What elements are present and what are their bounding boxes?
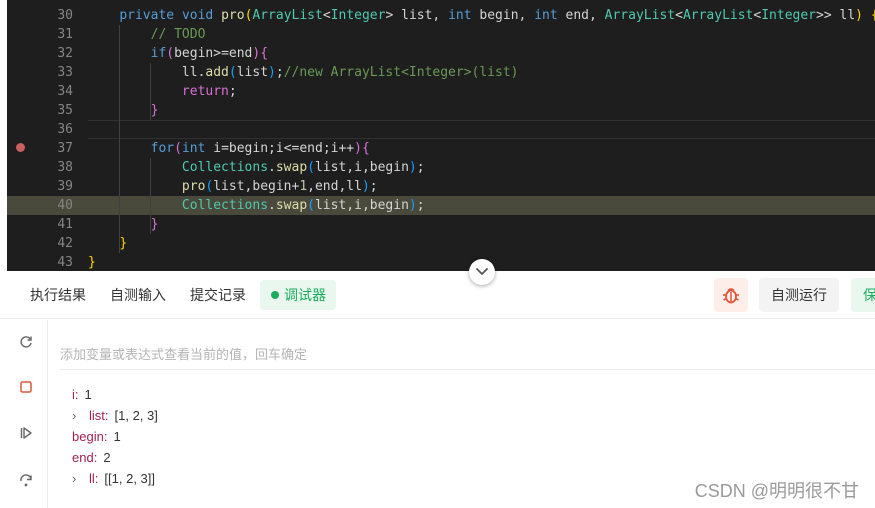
line-number[interactable]: 38 bbox=[7, 158, 73, 177]
code-line[interactable]: 43} bbox=[7, 253, 875, 271]
code-line[interactable]: 39 pro(list,begin+1,end,ll); bbox=[7, 177, 875, 196]
variable-value: 1 bbox=[113, 429, 121, 444]
variable-name: ll bbox=[89, 471, 95, 486]
variable-name: end bbox=[72, 450, 94, 465]
collapse-panel-button[interactable] bbox=[469, 259, 495, 285]
tab-submissions[interactable]: 提交记录 bbox=[180, 280, 256, 310]
code-line[interactable]: 36 bbox=[7, 120, 875, 139]
step-over-icon[interactable] bbox=[18, 472, 34, 488]
code-text[interactable]: for(int i=begin;i<=end;i++){ bbox=[88, 139, 370, 158]
indent-guide bbox=[150, 63, 151, 120]
code-text[interactable]: } bbox=[88, 101, 159, 120]
line-number[interactable]: 40 bbox=[7, 196, 73, 215]
code-text[interactable]: } bbox=[88, 215, 159, 234]
code-editor[interactable]: 30 private void pro(ArrayList<Integer> l… bbox=[7, 0, 875, 271]
variable-row: i: 1 bbox=[72, 386, 92, 404]
watch-expression-input[interactable] bbox=[60, 340, 875, 370]
variable-colon: : bbox=[93, 450, 98, 465]
code-line[interactable]: 32 if(begin>=end){ bbox=[7, 44, 875, 63]
line-number[interactable]: 36 bbox=[7, 120, 73, 139]
expand-arrow-icon[interactable]: › bbox=[72, 407, 89, 425]
save-button[interactable]: 保 bbox=[851, 278, 875, 312]
variable-row: end: 2 bbox=[72, 449, 111, 467]
variable-value: [[1, 2, 3]] bbox=[104, 471, 155, 486]
code-text[interactable]: if(begin>=end){ bbox=[88, 44, 268, 63]
variable-row[interactable]: › list: [1, 2, 3] bbox=[72, 407, 158, 425]
bug-icon bbox=[723, 288, 739, 304]
code-text[interactable]: } bbox=[88, 253, 96, 271]
continue-icon[interactable] bbox=[18, 425, 34, 441]
line-number[interactable]: 34 bbox=[7, 82, 73, 101]
line-number[interactable]: 35 bbox=[7, 101, 73, 120]
line-number[interactable]: 42 bbox=[7, 234, 73, 253]
chevron-down-icon bbox=[476, 268, 488, 275]
line-number[interactable]: 31 bbox=[7, 25, 73, 44]
tab-debugger[interactable]: 调试器 bbox=[260, 280, 336, 310]
line-number[interactable]: 39 bbox=[7, 177, 73, 196]
indent-guide bbox=[150, 158, 151, 234]
line-number[interactable]: 37 bbox=[7, 139, 73, 158]
code-text[interactable]: pro(list,begin+1,end,ll); bbox=[88, 177, 378, 196]
variable-colon: : bbox=[104, 408, 109, 423]
code-line[interactable]: 35 } bbox=[7, 101, 875, 120]
code-line[interactable]: 40 Collections.swap(list,i,begin); bbox=[7, 196, 875, 215]
variable-name: list bbox=[89, 408, 105, 423]
code-line[interactable]: 31 // TODO bbox=[7, 25, 875, 44]
code-text[interactable]: ll.add(list);//new ArrayList<Integer>(li… bbox=[88, 63, 519, 82]
code-text[interactable]: private void pro(ArrayList<Integer> list… bbox=[88, 6, 875, 25]
code-text[interactable]: Collections.swap(list,i,begin); bbox=[88, 158, 425, 177]
code-text[interactable]: return; bbox=[88, 82, 237, 101]
code-text[interactable]: Collections.swap(list,i,begin); bbox=[88, 196, 425, 215]
code-line[interactable]: 38 Collections.swap(list,i,begin); bbox=[7, 158, 875, 177]
line-number[interactable]: 43 bbox=[7, 253, 73, 271]
tab-custom-input[interactable]: 自测输入 bbox=[100, 280, 176, 310]
line-number[interactable]: 41 bbox=[7, 215, 73, 234]
variable-row: begin: 1 bbox=[72, 428, 121, 446]
code-line[interactable]: 34 return; bbox=[7, 82, 875, 101]
debugger-toolbar bbox=[0, 320, 48, 508]
indent-guide bbox=[119, 25, 120, 253]
code-line[interactable]: 42 } bbox=[7, 234, 875, 253]
code-text[interactable]: } bbox=[88, 234, 127, 253]
expand-arrow-icon[interactable]: › bbox=[72, 470, 89, 488]
variable-colon: : bbox=[103, 429, 108, 444]
code-line[interactable]: 37 for(int i=begin;i<=end;i++){ bbox=[7, 139, 875, 158]
variable-value: 2 bbox=[103, 450, 111, 465]
variable-value: 1 bbox=[84, 387, 92, 402]
variable-value: [1, 2, 3] bbox=[114, 408, 158, 423]
code-line[interactable]: 41 } bbox=[7, 215, 875, 234]
variable-row[interactable]: › ll: [[1, 2, 3]] bbox=[72, 470, 155, 488]
restart-icon[interactable] bbox=[18, 334, 34, 350]
code-line[interactable]: 30 private void pro(ArrayList<Integer> l… bbox=[7, 6, 875, 25]
variable-colon: : bbox=[94, 471, 99, 486]
code-line[interactable]: 33 ll.add(list);//new ArrayList<Integer>… bbox=[7, 63, 875, 82]
line-number[interactable]: 32 bbox=[7, 44, 73, 63]
stop-icon[interactable] bbox=[18, 379, 34, 395]
line-number[interactable]: 30 bbox=[7, 6, 73, 25]
tab-run-result[interactable]: 执行结果 bbox=[20, 280, 96, 310]
watermark: CSDN @明明很不甘 bbox=[694, 481, 859, 501]
variable-colon: : bbox=[74, 387, 79, 402]
line-number[interactable]: 33 bbox=[7, 63, 73, 82]
self-test-run-button[interactable]: 自测运行 bbox=[759, 278, 839, 312]
variable-name: begin bbox=[72, 429, 104, 444]
code-text[interactable]: // TODO bbox=[88, 25, 206, 44]
debug-button[interactable] bbox=[714, 278, 748, 312]
